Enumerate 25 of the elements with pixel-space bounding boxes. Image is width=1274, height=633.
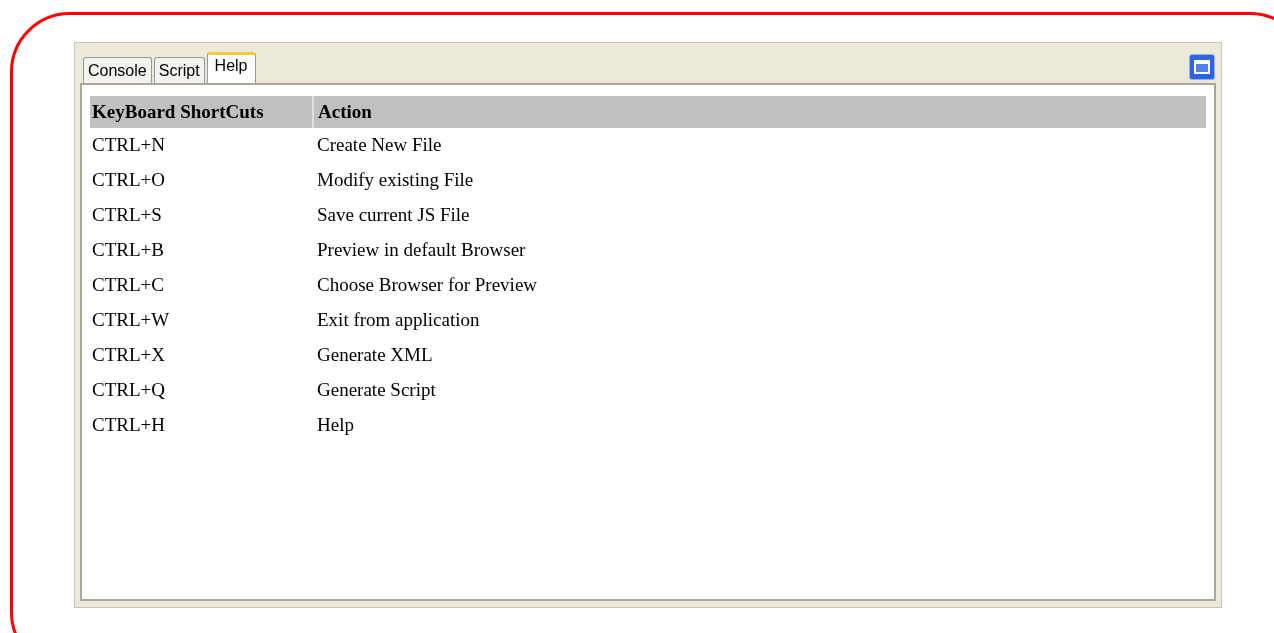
- table-cell-text: Modify existing File: [316, 168, 474, 193]
- column-header: KeyBoard ShortCuts: [90, 96, 314, 128]
- table-cell-text: CTRL+N: [91, 133, 166, 158]
- table-cell-text: CTRL+X: [91, 343, 166, 368]
- tab[interactable]: Script: [153, 57, 205, 83]
- maximize-button[interactable]: [1189, 54, 1215, 80]
- table-cell-text: Generate Script: [316, 378, 436, 403]
- table-cell-text: CTRL+S: [91, 203, 163, 228]
- table-cell-text: Exit from application: [316, 308, 480, 333]
- column-header: Action: [317, 99, 372, 124]
- tab[interactable]: Help: [206, 52, 256, 83]
- table-cell-text: CTRL+W: [91, 308, 171, 333]
- table-cell-text: CTRL+C: [91, 273, 165, 298]
- table-cell-text: Preview in default Browser: [316, 238, 526, 263]
- table-cell-text: Generate XML: [316, 343, 433, 368]
- table-cell-text: Choose Browser for Preview: [316, 273, 538, 298]
- table-cell-text: CTRL+Q: [91, 378, 166, 403]
- window-icon: [1194, 60, 1210, 74]
- table-cell-text: Help: [316, 413, 354, 438]
- table-cell-text: Save current JS File: [316, 203, 470, 228]
- table-cell-text: CTRL+O: [91, 168, 166, 193]
- tab[interactable]: Console: [83, 57, 152, 83]
- table-cell-text: Create New File: [316, 133, 442, 158]
- table-cell-text: CTRL+B: [91, 238, 165, 263]
- table-cell-text: CTRL+H: [91, 413, 166, 438]
